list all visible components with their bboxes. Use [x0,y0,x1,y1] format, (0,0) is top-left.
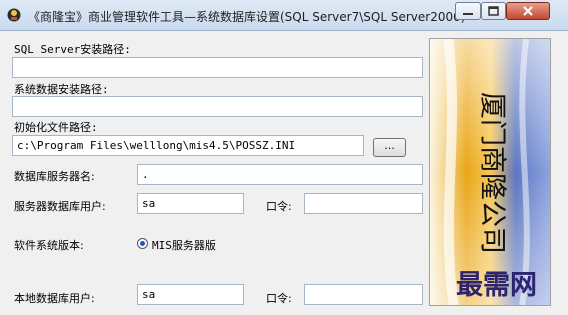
init-file-path-label: 初始化文件路径: [14,121,98,134]
local-password-label: 口令: [266,292,292,305]
db-server-name-label: 数据库服务器名: [14,170,95,183]
local-password-input[interactable] [304,284,423,305]
window-title: 《商隆宝》商业管理软件工具—系统数据库设置(SQL Server7\SQL Se… [28,10,466,24]
server-password-input[interactable] [304,193,423,214]
banner-text: 厦门商隆公司 [477,92,508,254]
maximize-icon [488,6,499,16]
local-db-user-label: 本地数据库用户: [14,292,95,305]
maximize-button[interactable] [481,2,506,20]
sql-server-path-input[interactable] [12,57,423,78]
browse-button[interactable]: ... [373,138,406,157]
close-icon [523,6,533,16]
server-db-user-input[interactable]: sa [137,193,244,214]
local-db-user-input[interactable]: sa [137,284,244,305]
minimize-icon [463,13,473,15]
server-db-user-label: 服务器数据库用户: [14,200,106,213]
db-server-name-input[interactable]: . [137,164,423,185]
sql-server-path-label: SQL Server安装路径: [14,43,131,56]
system-data-path-input[interactable] [12,96,423,117]
init-file-path-input[interactable]: c:\Program Files\welllong\mis4.5\POSSZ.I… [12,135,364,156]
system-data-path-label: 系统数据安装路径: [14,83,109,96]
software-version-label: 软件系统版本: [14,239,84,252]
settings-window: 《商隆宝》商业管理软件工具—系统数据库设置(SQL Server7\SQL Se… [0,0,568,315]
server-password-label: 口令: [266,200,292,213]
version-radio[interactable] [137,238,148,249]
watermark-text: 最需网 [456,270,537,301]
minimize-button[interactable] [455,2,481,20]
close-button[interactable] [506,2,550,20]
app-icon [7,8,21,22]
title-bar[interactable]: 《商隆宝》商业管理软件工具—系统数据库设置(SQL Server7\SQL Se… [0,0,568,31]
version-option-label[interactable]: MIS服务器版 [152,237,216,253]
